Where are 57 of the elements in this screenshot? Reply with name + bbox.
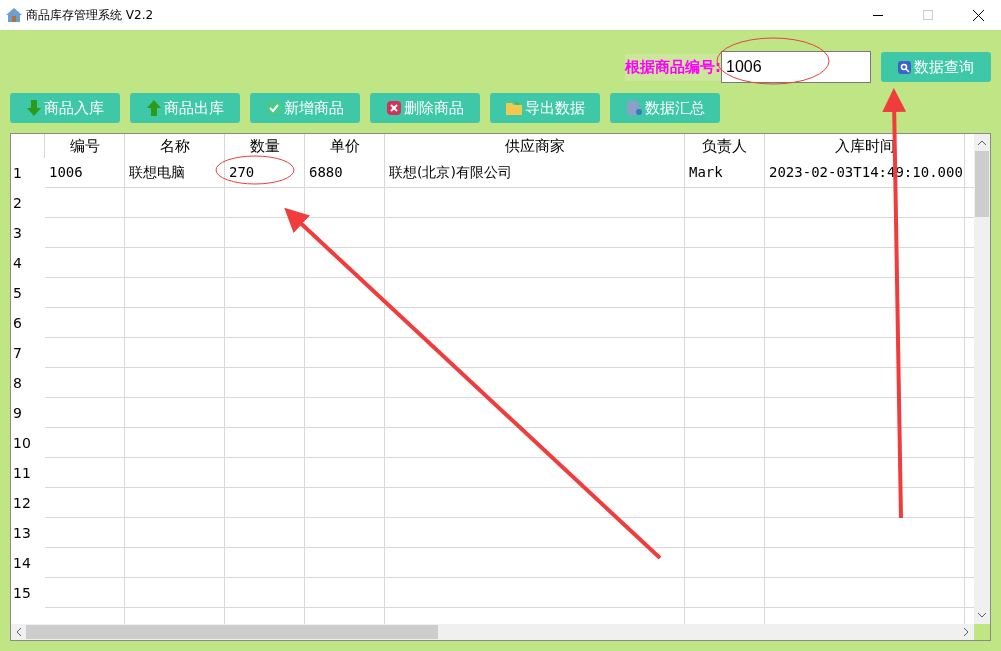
up-caret-icon [978, 140, 986, 145]
left-caret-icon [16, 628, 21, 636]
column-header: 编号 [45, 134, 125, 158]
row-number: 7 [12, 344, 23, 363]
toolbar-button[interactable]: 商品入库 [10, 93, 120, 123]
minimize-icon [873, 14, 883, 16]
check-icon [266, 101, 281, 115]
scrollbar-corner [974, 624, 990, 640]
up-arrow-icon [146, 100, 161, 116]
window-title: 商品库存管理系统 V2.2 [26, 6, 155, 24]
table-cell: 6880 [305, 158, 385, 188]
query-button[interactable]: 数据查询 [881, 52, 991, 82]
column-header: 名称 [125, 134, 225, 158]
row-number: 5 [12, 284, 23, 303]
row-number: 6 [12, 314, 23, 333]
row-number: 2 [12, 194, 23, 213]
row-number: 4 [12, 254, 23, 273]
table-cell: 联想电脑 [125, 158, 225, 188]
close-icon [972, 9, 984, 21]
row-number: 1 [12, 164, 23, 183]
column-header: 数量 [225, 134, 305, 158]
vertical-scrollbar[interactable] [974, 134, 990, 624]
toolbar-button[interactable]: 导出数据 [490, 93, 600, 123]
right-caret-icon [964, 628, 969, 636]
table-cell: 1006 [45, 158, 125, 188]
toolbar-button[interactable]: 数据汇总 [610, 93, 720, 123]
house-icon [6, 7, 22, 23]
folder-icon [505, 101, 522, 115]
table-cell: 联想(北京)有限公司 [385, 158, 685, 188]
column-header: 单价 [305, 134, 385, 158]
toolbar-button[interactable]: 商品出库 [130, 93, 240, 123]
row-number: 12 [12, 494, 32, 513]
close-icon [386, 101, 401, 115]
row-number: 11 [12, 464, 32, 483]
scrollbar-thumb[interactable] [26, 625, 438, 639]
search-label: 根据商品编号: [625, 53, 721, 81]
toolbar-button[interactable]: 新增商品 [250, 93, 360, 123]
row-number: 13 [12, 524, 32, 543]
table-cell: 270 [225, 158, 305, 188]
database-icon [625, 100, 642, 116]
search-icon [898, 60, 911, 74]
scrollbar-thumb[interactable] [975, 151, 989, 217]
toolbar-button[interactable]: 删除商品 [370, 93, 480, 123]
maximize-icon [923, 10, 933, 20]
column-header: 负责人 [685, 134, 765, 158]
row-number: 3 [12, 224, 23, 243]
column-header: 供应商家 [385, 134, 685, 158]
down-caret-icon [978, 613, 986, 618]
row-number: 10 [12, 434, 32, 453]
down-arrow-icon [26, 100, 41, 116]
row-number: 15 [12, 584, 32, 603]
search-field[interactable]: 1006 [721, 51, 871, 83]
row-number: 8 [12, 374, 23, 393]
row-number: 9 [12, 404, 23, 423]
horizontal-scrollbar[interactable] [11, 624, 974, 640]
row-number: 14 [12, 554, 32, 573]
table-cell: Mark [685, 158, 765, 188]
